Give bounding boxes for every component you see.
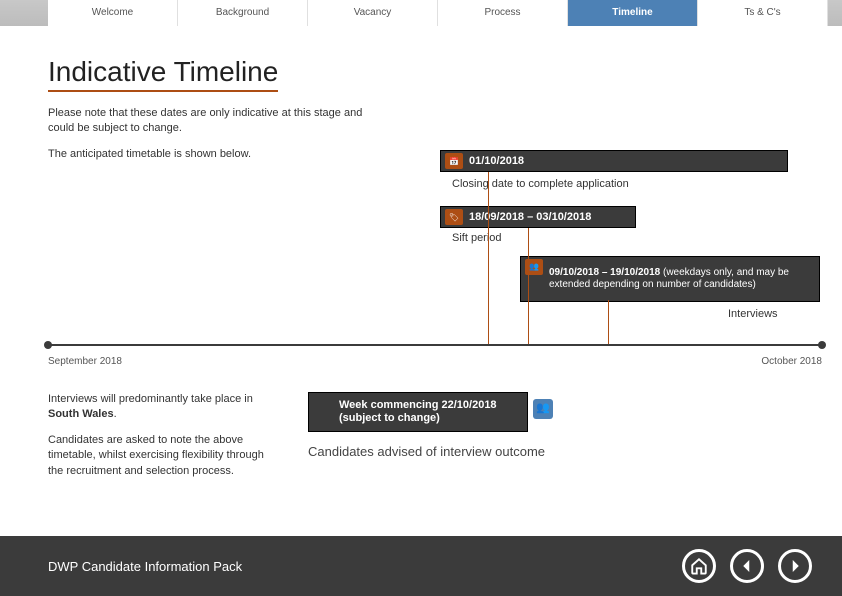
home-icon <box>690 557 708 575</box>
outcome-caption: Candidates advised of interview outcome <box>308 444 822 459</box>
footer-title: DWP Candidate Information Pack <box>48 559 242 574</box>
next-button[interactable] <box>778 549 812 583</box>
people-icon: 👥 <box>533 399 553 419</box>
home-button[interactable] <box>682 549 716 583</box>
arrow-left-icon <box>738 557 756 575</box>
lower-section: Interviews will predominantly take place… <box>48 392 822 489</box>
calendar-icon: 📅 <box>445 153 463 169</box>
prev-button[interactable] <box>730 549 764 583</box>
timeline-tick <box>528 228 529 344</box>
closing-date-bar: 📅 01/10/2018 <box>440 150 788 172</box>
closing-date: 01/10/2018 <box>469 155 524 167</box>
axis-start-dot <box>44 341 52 349</box>
tab-process[interactable]: Process <box>438 0 568 26</box>
outcome-week-text: Week commencing 22/10/2018 (subject to c… <box>339 399 497 424</box>
interview-date-bar: 👥 09/10/2018 – 19/10/2018 (weekdays only… <box>520 256 820 302</box>
interview-date-text: 09/10/2018 – 19/10/2018 (weekdays only, … <box>549 267 813 291</box>
tab-background[interactable]: Background <box>178 0 308 26</box>
sift-caption: Sift period <box>452 232 502 244</box>
tag-icon: 🏷 <box>445 209 463 225</box>
flexibility-note: Candidates are asked to note the above t… <box>48 433 278 479</box>
footer: DWP Candidate Information Pack <box>0 536 842 596</box>
tab-vacancy[interactable]: Vacancy <box>308 0 438 26</box>
axis-end-label: October 2018 <box>761 356 822 367</box>
tab-timeline[interactable]: Timeline <box>568 0 698 26</box>
timeline-tick <box>608 300 609 344</box>
closing-caption: Closing date to complete application <box>452 178 629 190</box>
tab-terms[interactable]: Ts & C's <box>698 0 828 26</box>
sift-date-bar: 🏷 18/09/2018 – 03/10/2018 <box>440 206 636 228</box>
tab-bar: Welcome Background Vacancy Process Timel… <box>0 0 842 26</box>
tab-welcome[interactable]: Welcome <box>48 0 178 26</box>
nav-buttons <box>682 549 812 583</box>
axis-end-dot <box>818 341 826 349</box>
interview-location-note: Interviews will predominantly take place… <box>48 392 278 423</box>
axis-start-label: September 2018 <box>48 356 122 367</box>
intro-line-1: Please note that these dates are only in… <box>48 106 378 137</box>
arrow-right-icon <box>786 557 804 575</box>
interview-caption: Interviews <box>728 308 778 320</box>
timeline-tick <box>488 172 489 344</box>
timeline: 📅 01/10/2018 Closing date to complete ap… <box>48 150 822 350</box>
outcome-week-bar: Week commencing 22/10/2018 (subject to c… <box>308 392 528 432</box>
timeline-axis <box>48 344 822 346</box>
page-title: Indicative Timeline <box>48 56 278 92</box>
